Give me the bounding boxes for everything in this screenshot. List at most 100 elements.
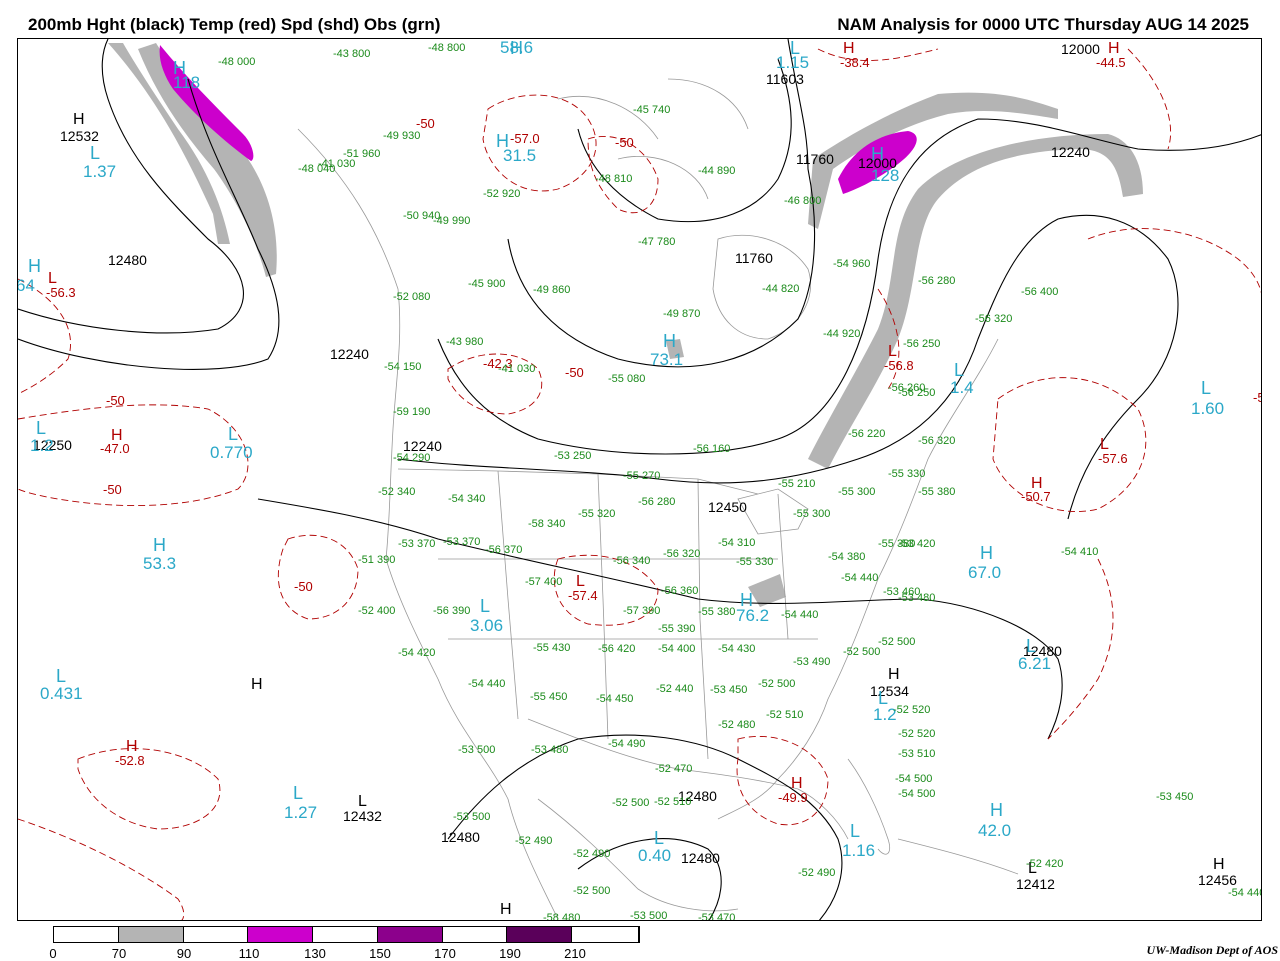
observation-station: -55 330	[888, 468, 926, 480]
jet-shade-gray-small	[748, 574, 786, 607]
observation-station: -43 800	[333, 48, 371, 60]
credit-text: UW-Madison Dept of AOS	[1146, 943, 1278, 957]
observation-station: -53 370	[398, 538, 436, 550]
observation-station: -55 320	[578, 508, 616, 520]
observation-station: -54 960	[833, 258, 871, 270]
observation-station: -56 420	[598, 643, 636, 655]
speed-high-value: 64	[17, 276, 35, 295]
observation-station: -54 380	[828, 551, 866, 563]
speed-low-value: 3.06	[470, 616, 504, 635]
height-high-value-5: 12534	[870, 683, 909, 699]
observation-station: -58 480	[543, 912, 581, 921]
colorbar-segment	[248, 927, 314, 942]
observation-station: -52 500	[573, 885, 611, 897]
height-high-label-2: H	[251, 676, 263, 693]
height-contour-value: 12480	[441, 829, 480, 845]
title-left: 200mb Hght (black) Temp (red) Spd (shd) …	[28, 15, 441, 34]
observation-station: -43 980	[446, 336, 484, 348]
speed-low-value: 6.21	[1018, 654, 1052, 673]
observation-station: -52 510	[654, 796, 692, 808]
colorbar-tick-label: 0	[49, 946, 57, 961]
speed-shading	[108, 43, 1143, 607]
temp-contour-value: -50	[565, 365, 584, 380]
coastline-west	[297, 128, 559, 920]
observation-station: -48 810	[595, 173, 633, 185]
colorbar-tick-label: 210	[564, 946, 586, 961]
observation-station: -54 500	[898, 788, 936, 800]
observation-station: -57 400	[525, 576, 563, 588]
observation-station: -53 480	[531, 744, 569, 756]
colorbar-tick-label: 190	[499, 946, 521, 961]
colorbar-segment	[183, 927, 249, 942]
observation-station: -54 490	[608, 738, 646, 750]
speed-low-label: L	[90, 143, 101, 163]
observation-station: -55 390	[658, 623, 696, 635]
observation-station: -54 450	[596, 693, 634, 705]
speed-low-value: 0.770	[210, 443, 253, 462]
speed-high-label: H	[663, 331, 676, 351]
observation-station: -54 440	[781, 609, 819, 621]
jet-shade-gray-east-2	[808, 92, 1058, 229]
observation-station: -54 400	[658, 643, 696, 655]
colorbar-segment	[313, 927, 378, 942]
height-contour-value: 12450	[708, 499, 747, 515]
temp-contour-value: -50	[106, 393, 125, 408]
colorbar-segment	[442, 927, 508, 942]
observation-station: -52 510	[766, 709, 804, 721]
observation-station: -46 800	[784, 195, 822, 207]
observation-station: -53 250	[554, 450, 592, 462]
observation-station: -53 500	[453, 811, 491, 823]
observation-station: -45 740	[633, 104, 671, 116]
speed-high-value: 67.0	[968, 563, 1002, 582]
observation-station: -55 080	[608, 373, 646, 385]
observation-station: -49 860	[533, 284, 571, 296]
observation-station: -52 420	[1026, 858, 1064, 870]
height-high-label-5: H	[888, 666, 900, 683]
observation-station: -54 150	[384, 361, 422, 373]
height-contour-value: 11760	[735, 250, 773, 266]
observation-station: -41 030	[498, 363, 536, 375]
observation-station: -52 480	[718, 719, 756, 731]
speed-low-label: L	[36, 418, 47, 438]
observation-station: -51 390	[358, 554, 396, 566]
colorbar-segment	[118, 927, 184, 942]
arctic-islands	[557, 78, 749, 200]
temp-low-value: -57.6	[1098, 451, 1128, 466]
observation-station: -52 340	[378, 486, 416, 498]
observation-station: -56 320	[975, 313, 1013, 325]
cuba	[897, 838, 1019, 875]
speed-high-label: H	[990, 800, 1003, 820]
observation-station: -52 080	[393, 291, 431, 303]
observation-station: -56 220	[848, 428, 886, 440]
observation-station: -55 270	[623, 470, 661, 482]
canada-us-border	[397, 468, 759, 495]
observation-station: -55 450	[530, 691, 568, 703]
speed-high-label: H	[980, 543, 993, 563]
observation-station: -53 510	[898, 748, 936, 760]
observation-station: -52 400	[358, 605, 396, 617]
observation-station: -53 480	[898, 592, 936, 604]
temp-low-value: -57.4	[568, 588, 598, 603]
observation-station: -49 930	[383, 130, 421, 142]
observation-station: -54 410	[1061, 546, 1099, 558]
height-high-label-6: H	[1213, 856, 1225, 873]
colorbar-tick-label: 90	[176, 946, 192, 961]
observation-station: -54 440	[468, 678, 506, 690]
speed-high-value: 58.6	[500, 38, 534, 57]
height-contour-12240-west	[18, 78, 280, 370]
speed-low-label: L	[1026, 636, 1037, 656]
observation-station: -53 450	[710, 684, 748, 696]
observation-station: -54 500	[895, 773, 933, 785]
height-contour-12480-south	[257, 498, 1063, 740]
speed-low-value: 1.16	[842, 841, 876, 860]
observation-station: -52 500	[758, 678, 796, 690]
temp-contour-value: -50	[1253, 390, 1261, 405]
temp-high-value: -52.8	[115, 753, 145, 768]
observation-station: -56 360	[661, 585, 699, 597]
observation-station: -58 340	[528, 518, 566, 530]
speed-low-value: 0.431	[40, 684, 83, 703]
temp-low-value: -56.3	[46, 285, 76, 300]
observation-station: -53 500	[458, 744, 496, 756]
temp-high-value: -38.4	[840, 55, 870, 70]
observation-station: -56 250	[898, 387, 936, 399]
